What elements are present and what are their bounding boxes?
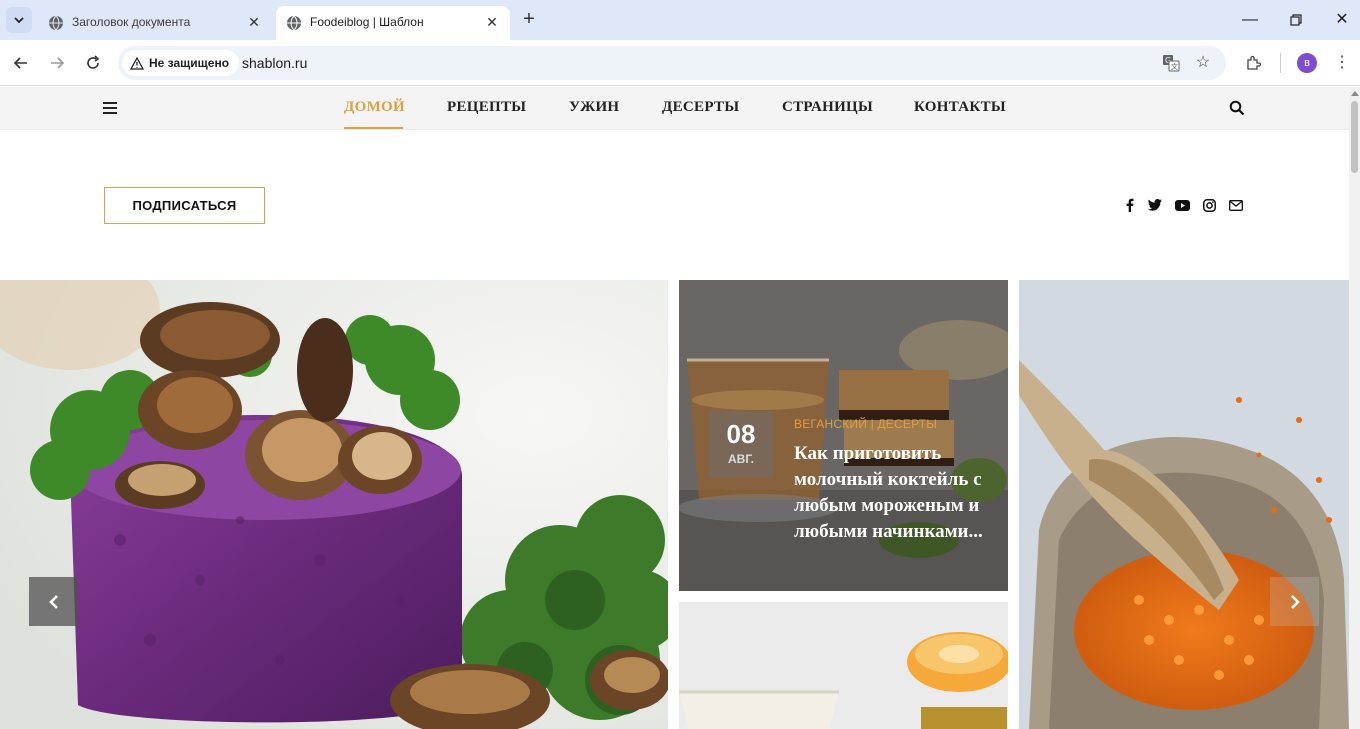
browser-menu-icon[interactable]: ⋮ bbox=[1332, 52, 1352, 74]
profile-avatar[interactable]: в bbox=[1297, 53, 1317, 73]
instagram-icon[interactable] bbox=[1201, 197, 1217, 213]
tab-title: Foodeiblog | Шаблон bbox=[310, 15, 424, 29]
translate-icon[interactable]: G文 bbox=[1160, 52, 1182, 74]
nav-item-pages[interactable]: СТРАНИЦЫ bbox=[782, 99, 873, 116]
scroll-up-arrow-icon[interactable] bbox=[1351, 91, 1359, 96]
slider-image-right[interactable] bbox=[1019, 280, 1349, 729]
browser-tab-1[interactable]: Заголовок документа ✕ bbox=[38, 6, 272, 40]
slider-image-left[interactable] bbox=[0, 280, 668, 729]
browser-tab-bar: Заголовок документа ✕ Foodeiblog | Шабло… bbox=[0, 0, 1360, 40]
post-categories[interactable]: ВЕГАНСКИЙ | ДЕСЕРТЫ bbox=[794, 417, 937, 431]
restore-button[interactable] bbox=[1284, 8, 1308, 32]
browser-tab-2[interactable]: Foodeiblog | Шаблон ✕ bbox=[276, 6, 510, 40]
chevron-right-icon bbox=[1290, 594, 1300, 609]
close-icon[interactable]: ✕ bbox=[246, 14, 262, 30]
svg-text:文: 文 bbox=[1171, 62, 1178, 71]
restore-icon bbox=[1290, 14, 1302, 26]
minimize-button[interactable]: — bbox=[1238, 8, 1262, 32]
reload-icon bbox=[87, 55, 100, 69]
web-page: ДОМОЙ РЕЦЕПТЫ УЖИН ДЕСЕРТЫ СТРАНИЦЫ КОНТ… bbox=[0, 87, 1349, 729]
youtube-icon[interactable] bbox=[1174, 197, 1190, 213]
arrow-right-icon bbox=[51, 57, 65, 69]
browser-toolbar: Не защищено shablon.ru G文 ☆ bbox=[0, 40, 1360, 86]
address-bar[interactable]: Не защищено shablon.ru G文 ☆ bbox=[118, 46, 1226, 80]
warning-icon bbox=[130, 56, 144, 70]
subscribe-button[interactable]: ПОДПИСАТЬСЯ bbox=[104, 187, 265, 224]
security-indicator[interactable]: Не защищено bbox=[122, 50, 240, 76]
nav-item-home[interactable]: ДОМОЙ bbox=[344, 99, 405, 116]
security-label: Не защищено bbox=[149, 56, 230, 70]
globe-icon bbox=[287, 15, 301, 31]
reload-button[interactable] bbox=[82, 52, 104, 74]
envelope-icon[interactable] bbox=[1228, 197, 1244, 213]
chevron-left-icon bbox=[48, 594, 58, 609]
arrow-left-icon bbox=[13, 57, 27, 69]
nav-item-recipes[interactable]: РЕЦЕПТЫ bbox=[447, 99, 526, 116]
bookmark-star-icon[interactable]: ☆ bbox=[1192, 52, 1214, 74]
post-date-badge: 08 АВГ. bbox=[709, 411, 773, 477]
facebook-icon[interactable] bbox=[1122, 197, 1138, 213]
globe-icon bbox=[49, 15, 63, 31]
search-icon[interactable] bbox=[1229, 100, 1245, 116]
drink-photo bbox=[679, 602, 1008, 729]
chevron-down-icon bbox=[14, 17, 24, 24]
toolbar-separator bbox=[1280, 53, 1281, 73]
close-icon[interactable]: ✕ bbox=[484, 14, 500, 30]
post-title[interactable]: Как приготовить молочный коктейль с любы… bbox=[794, 441, 994, 545]
tab-title: Заголовок документа bbox=[72, 15, 191, 29]
close-window-button[interactable]: ✕ bbox=[1330, 8, 1354, 32]
tab-search-button[interactable] bbox=[6, 7, 32, 33]
slider-image-middle-bottom[interactable] bbox=[679, 602, 1008, 729]
scrollbar-thumb[interactable] bbox=[1351, 101, 1358, 173]
new-tab-button[interactable]: + bbox=[518, 9, 540, 31]
url-text[interactable]: shablon.ru bbox=[242, 55, 307, 71]
hamburger-menu-icon[interactable] bbox=[103, 102, 117, 114]
nav-item-contacts[interactable]: КОНТАКТЫ bbox=[914, 99, 1006, 116]
back-button[interactable] bbox=[10, 52, 32, 74]
main-navigation: ДОМОЙ РЕЦЕПТЫ УЖИН ДЕСЕРТЫ СТРАНИЦЫ КОНТ… bbox=[0, 87, 1349, 130]
slider-next-button[interactable] bbox=[1270, 577, 1319, 626]
page-scrollbar[interactable] bbox=[1349, 87, 1360, 729]
nav-item-dinner[interactable]: УЖИН bbox=[569, 99, 619, 116]
slider-prev-button[interactable] bbox=[29, 577, 78, 626]
active-nav-underline bbox=[344, 127, 403, 129]
extensions-icon[interactable] bbox=[1242, 52, 1264, 74]
nav-item-desserts[interactable]: ДЕСЕРТЫ bbox=[662, 99, 739, 116]
twitter-icon[interactable] bbox=[1147, 197, 1163, 213]
food-photo bbox=[0, 280, 668, 729]
forward-button[interactable] bbox=[46, 52, 68, 74]
post-date-month: АВГ. bbox=[728, 452, 754, 466]
slider-featured-post[interactable]: 08 АВГ. ВЕГАНСКИЙ | ДЕСЕРТЫ Как приготов… bbox=[679, 280, 1008, 591]
post-date-day: 08 bbox=[726, 419, 756, 449]
lentils-photo bbox=[1019, 280, 1349, 729]
